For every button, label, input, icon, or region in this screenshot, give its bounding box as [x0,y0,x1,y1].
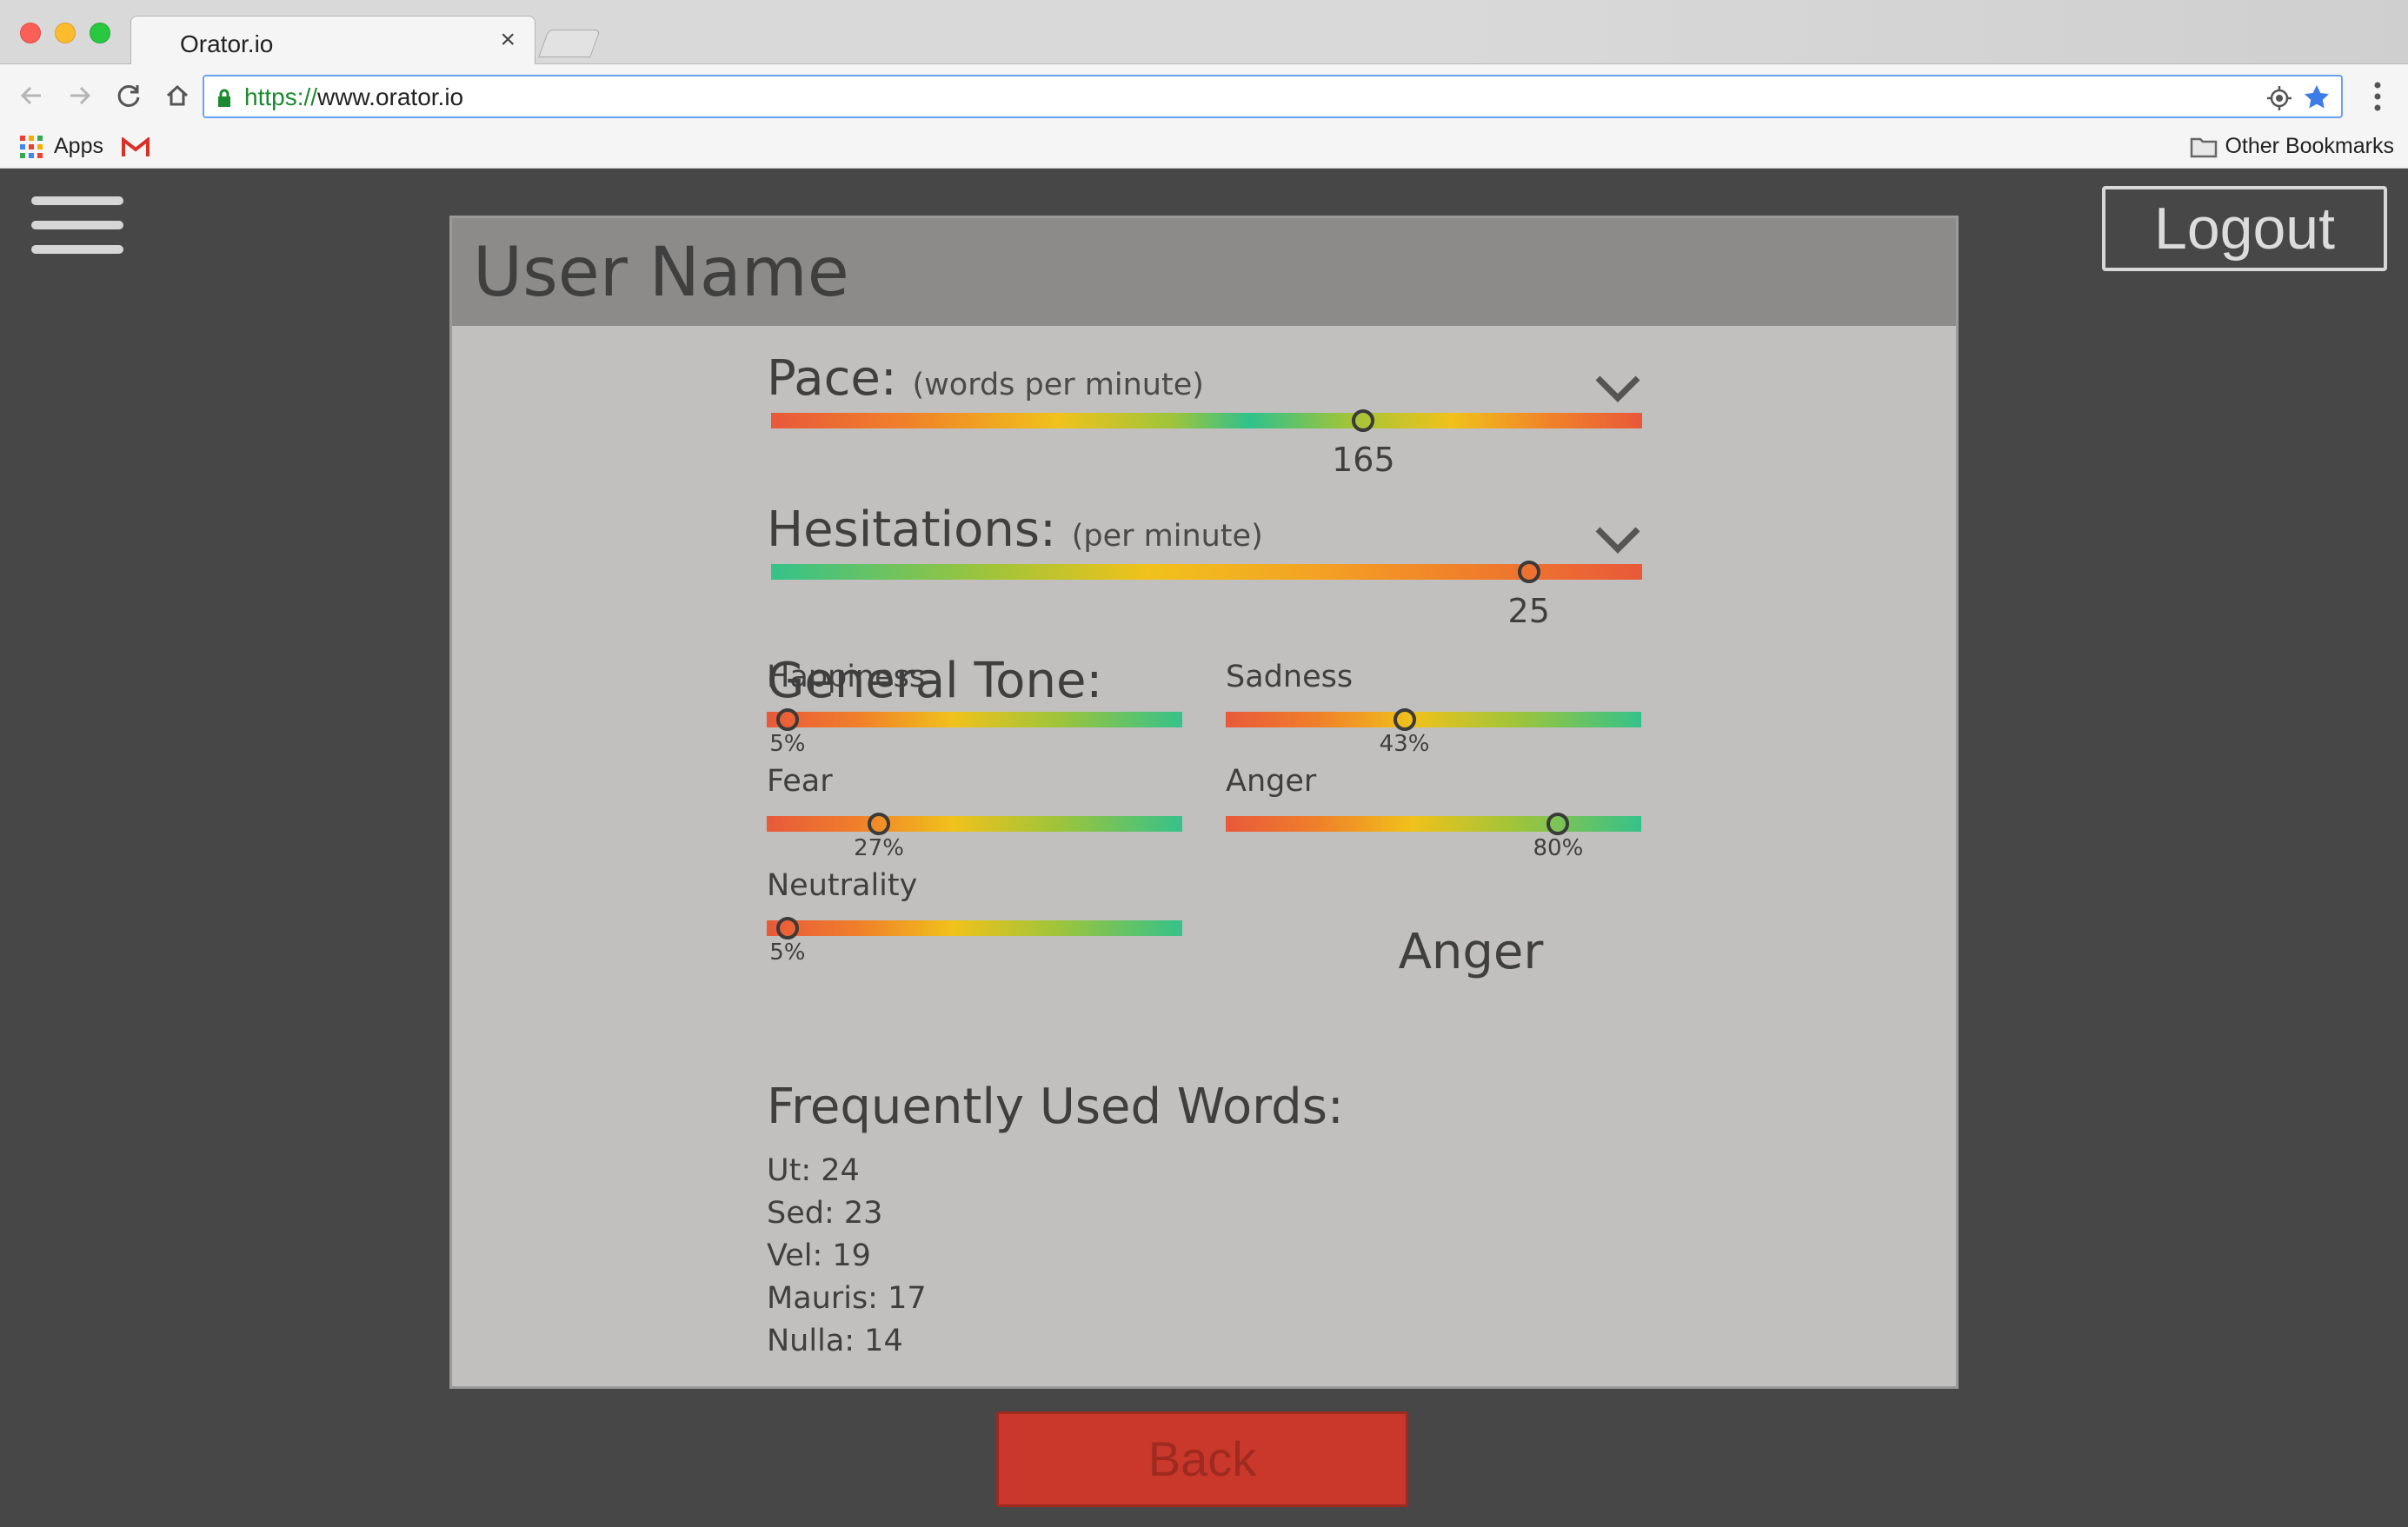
apps-bookmark[interactable]: Apps [19,134,103,159]
neutrality-value: 5% [769,939,806,966]
happiness-value: 5% [769,731,806,757]
folder-icon [2191,137,2218,157]
anger-bar [1226,816,1641,832]
pace-value: 165 [1332,441,1395,479]
hesitations-subtitle: (per minute) [1071,519,1263,554]
hamburger-menu-icon[interactable] [31,196,123,257]
browser-chrome: Orator.io × https://www.orator.io Apps O… [0,0,2408,169]
sadness-label: Sadness [1226,660,1354,694]
hesitations-title: Hesitations: (per minute) [767,501,1263,558]
pace-subtitle: (words per minute) [912,368,1204,402]
pace-title: Pace: (words per minute) [767,350,1204,407]
user-name: User Name [473,234,849,312]
word-item: Vel: 19 [767,1238,871,1273]
tab-strip: Orator.io × [0,0,2408,66]
fear-slider-handle[interactable] [868,813,891,835]
hesitations-bar [771,564,1642,580]
logout-button[interactable]: Logout [2102,186,2387,271]
reload-icon[interactable] [111,78,146,113]
card-header: User Name [452,218,1956,326]
back-button[interactable]: Back [996,1411,1408,1507]
sadness-value: 43% [1379,731,1430,757]
tab-close-icon[interactable]: × [500,25,516,55]
back-arrow-icon[interactable] [14,78,49,113]
anger-value: 80% [1533,835,1584,861]
pace-slider-handle[interactable] [1352,409,1375,432]
fear-label: Fear [767,764,833,799]
gmail-icon[interactable] [122,137,150,158]
tab-title: Orator.io [180,30,274,57]
word-item: Sed: 23 [767,1196,883,1231]
fear-bar [767,816,1182,832]
hesitations-slider-handle[interactable] [1517,561,1540,583]
happiness-bar [767,712,1182,727]
window-maximize-button[interactable] [90,23,110,43]
new-tab-button[interactable] [538,30,601,57]
url-scheme: https:// [244,83,318,110]
neutrality-label: Neutrality [767,868,918,903]
address-bar[interactable]: https://www.orator.io [203,75,2343,118]
neutrality-bar [767,920,1182,936]
frequent-words-list: Ut: 24 Sed: 23 Vel: 19 Mauris: 17 Nulla: 14 [767,1150,927,1363]
other-bookmarks-label: Other Bookmarks [2225,134,2394,158]
neutrality-slider-handle[interactable] [775,917,799,939]
browser-toolbar: https://www.orator.io [0,64,2408,129]
chevron-down-icon[interactable] [1594,375,1641,404]
location-target-icon[interactable] [2266,85,2292,111]
url-text: https://www.orator.io [244,83,463,111]
hesitations-value: 25 [1507,592,1550,630]
star-icon[interactable] [2303,83,2331,111]
window-close-button[interactable] [20,23,41,43]
chevron-down-icon[interactable] [1594,526,1641,555]
lock-icon [218,89,230,107]
window-minimize-button[interactable] [55,23,76,43]
hesitations-label: Hesitations: [767,501,1056,558]
happiness-label: Happiness [767,660,926,694]
home-icon[interactable] [160,78,195,113]
anger-label: Anger [1226,764,1317,799]
happiness-slider-handle[interactable] [775,708,799,731]
dominant-emotion: Anger [1398,924,1544,980]
anger-slider-handle[interactable] [1547,813,1570,835]
sadness-bar [1226,712,1641,727]
word-item: Mauris: 17 [767,1281,927,1316]
user-stats-card: User Name Pace: (words per minute) 165 H… [449,216,1959,1389]
browser-tab[interactable]: Orator.io × [130,16,535,66]
apps-grid-icon [20,135,43,158]
apps-label: Apps [54,134,103,158]
pace-label: Pace: [767,350,897,407]
word-item: Ut: 24 [767,1153,860,1188]
pace-bar [771,413,1642,428]
frequent-words-title: Frequently Used Words: [767,1079,1344,1135]
sadness-slider-handle[interactable] [1393,708,1416,731]
forward-arrow-icon[interactable] [63,78,97,113]
fear-value: 27% [854,835,904,861]
url-host: www.orator.io [317,83,464,110]
word-item: Nulla: 14 [767,1324,903,1358]
kebab-menu-icon[interactable] [2365,76,2391,116]
bookmarks-bar: Apps Other Bookmarks [0,129,2408,169]
other-bookmarks[interactable]: Other Bookmarks [2190,134,2394,159]
